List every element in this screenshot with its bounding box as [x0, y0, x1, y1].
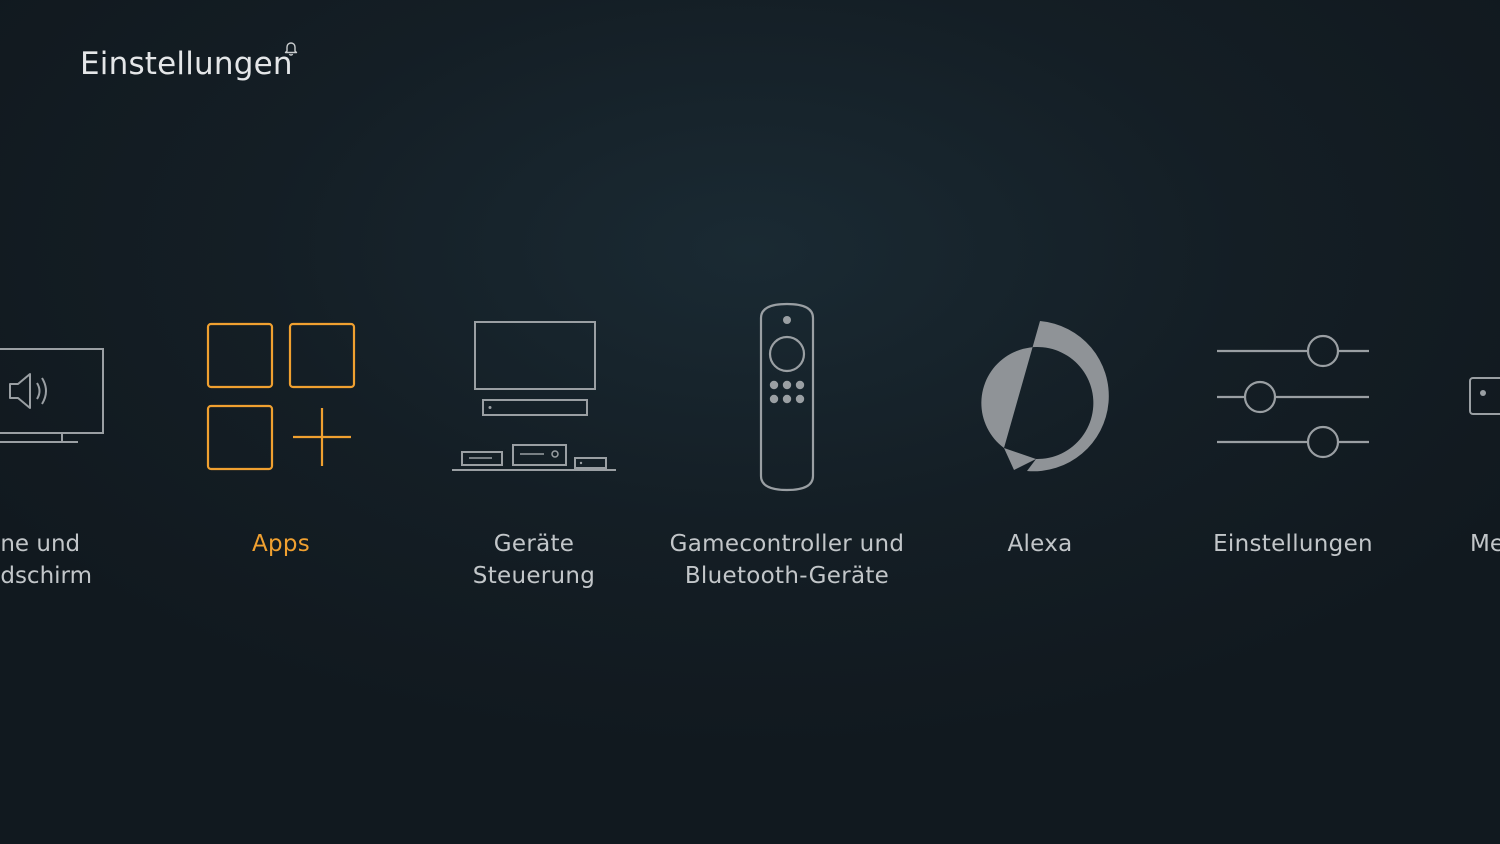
menu-item-alexa[interactable]: Alexa	[910, 296, 1170, 616]
device-icon	[1469, 377, 1500, 415]
menu-item-label: ne und dschirm	[0, 531, 92, 589]
menu-item-label: Apps	[251, 531, 311, 557]
devices-icon	[452, 321, 616, 471]
menu-item-display-sounds[interactable]: ne und dschirm	[0, 296, 140, 616]
tv-speaker-icon	[0, 348, 104, 443]
menu-item-label: Geräte Steuerung	[472, 531, 596, 589]
menu-item-label: Einstellungen	[1213, 531, 1373, 557]
menu-item-device-control[interactable]: Geräte Steuerung	[404, 296, 664, 616]
menu-item-label: Gamecontroller und Bluetooth-Geräte	[669, 531, 905, 589]
page-title: Einstellungen	[80, 46, 293, 82]
remote-icon	[759, 302, 815, 492]
bell-icon	[284, 42, 298, 56]
menu-item-apps[interactable]: Apps	[151, 296, 411, 616]
sliders-icon	[1217, 334, 1369, 459]
menu-item-label: Alexa	[1007, 531, 1073, 557]
menu-item-my-fire-tv[interactable]: Me	[1420, 296, 1500, 616]
alexa-icon	[981, 321, 1109, 472]
menu-item-preferences[interactable]: Einstellungen	[1163, 296, 1423, 616]
menu-item-controllers-bluetooth[interactable]: Gamecontroller und Bluetooth-Geräte	[657, 296, 917, 616]
menu-item-label: Me	[1470, 531, 1500, 557]
apps-grid-icon	[206, 322, 356, 471]
